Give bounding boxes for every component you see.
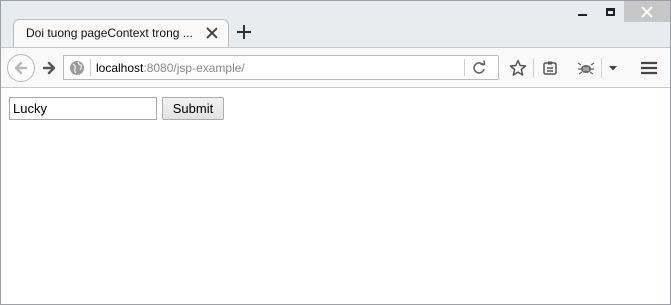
url-text[interactable]: localhost:8080/jsp-example/ bbox=[96, 61, 245, 75]
menu-icon bbox=[641, 61, 657, 75]
minimize-button[interactable] bbox=[568, 1, 596, 22]
tab-title: Doi tuong pageContext trong ... bbox=[26, 26, 193, 40]
close-window-button[interactable] bbox=[624, 1, 670, 22]
close-icon bbox=[641, 6, 653, 18]
new-tab-icon[interactable] bbox=[235, 23, 253, 41]
bookmark-button[interactable] bbox=[508, 58, 528, 78]
nav-buttons bbox=[7, 54, 63, 82]
page-content: Submit bbox=[1, 89, 670, 304]
back-icon bbox=[14, 61, 28, 75]
reload-icon[interactable] bbox=[470, 59, 488, 77]
reading-list-icon bbox=[543, 61, 557, 75]
forward-icon bbox=[42, 61, 56, 75]
back-button[interactable] bbox=[7, 54, 35, 82]
forward-button[interactable] bbox=[37, 58, 61, 78]
maximize-button[interactable] bbox=[596, 1, 624, 22]
reading-list-button[interactable] bbox=[540, 58, 560, 78]
name-input[interactable] bbox=[9, 97, 157, 120]
url-path: :8080/jsp-example/ bbox=[143, 61, 245, 75]
tab-strip: Doi tuong pageContext trong ... bbox=[1, 1, 670, 47]
submit-button[interactable]: Submit bbox=[162, 97, 224, 120]
maximize-icon bbox=[605, 7, 615, 16]
firebug-dropdown-button[interactable] bbox=[603, 58, 623, 78]
dropdown-icon bbox=[609, 66, 617, 71]
firebug-button[interactable] bbox=[576, 58, 596, 78]
globe-icon[interactable] bbox=[69, 60, 85, 76]
minimize-icon bbox=[577, 13, 587, 16]
url-divider-right bbox=[464, 59, 465, 76]
tab-active[interactable]: Doi tuong pageContext trong ... bbox=[13, 19, 229, 47]
url-divider bbox=[90, 59, 91, 76]
firebug-icon bbox=[577, 62, 595, 75]
toolbar-divider bbox=[601, 58, 602, 78]
url-host: localhost bbox=[96, 61, 144, 75]
browser-window: Doi tuong pageContext trong ... localhos… bbox=[0, 0, 671, 305]
window-controls bbox=[568, 1, 670, 23]
navigation-bar: localhost:8080/jsp-example/ bbox=[1, 47, 670, 88]
tab-close-icon[interactable] bbox=[206, 27, 218, 39]
menu-button[interactable] bbox=[639, 58, 659, 78]
url-bar[interactable]: localhost:8080/jsp-example/ bbox=[63, 55, 499, 80]
toolbar-divider bbox=[533, 58, 534, 78]
bookmark-star-icon bbox=[509, 59, 527, 76]
